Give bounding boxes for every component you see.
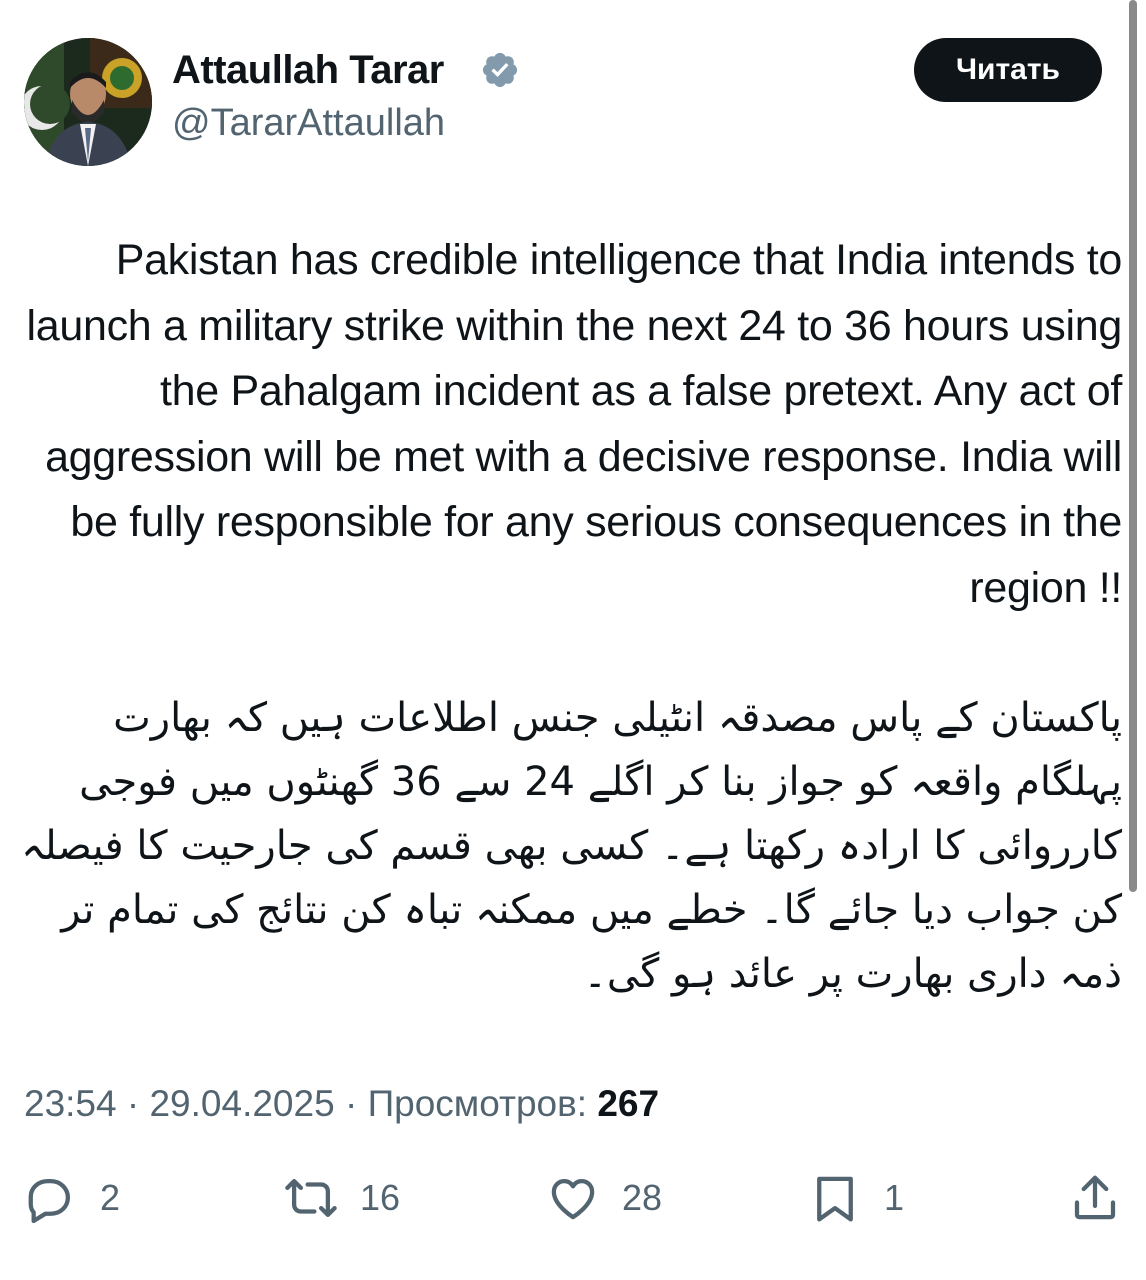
tweet-actions: 2 16 28 1 <box>0 1166 1146 1230</box>
author-avatar[interactable] <box>24 38 152 166</box>
avatar-photo <box>24 38 152 166</box>
repost-count: 16 <box>360 1177 401 1218</box>
bookmark-button[interactable]: 1 <box>808 1166 904 1230</box>
views-label: Просмотров: <box>367 1083 588 1124</box>
page-scrollbar[interactable] <box>1129 0 1137 892</box>
verified-badge-icon <box>480 50 520 90</box>
tweet-meta: 23:54 · 29.04.2025 · Просмотров: 267 <box>24 1080 659 1128</box>
tweet-time[interactable]: 23:54 <box>24 1083 117 1124</box>
like-button[interactable]: 28 <box>546 1166 662 1230</box>
meta-separator: · <box>344 1083 358 1124</box>
follow-button[interactable]: Читать <box>914 38 1102 102</box>
reply-icon <box>28 1178 71 1224</box>
bookmark-count: 1 <box>884 1177 905 1218</box>
repost-button[interactable]: 16 <box>284 1166 400 1230</box>
author-name[interactable]: Attaullah Tarar <box>172 46 444 94</box>
like-count: 28 <box>622 1177 663 1218</box>
heart-icon <box>551 1178 595 1220</box>
reply-button[interactable]: 2 <box>24 1166 120 1230</box>
reply-count: 2 <box>100 1177 121 1218</box>
share-icon <box>1074 1175 1116 1220</box>
tweet-text-urdu: پاکستان کے پاس مصدقہ انٹیلی جنس اطلاعات … <box>21 695 1122 997</box>
views-count: 267 <box>597 1083 660 1124</box>
author-handle[interactable]: @TararAttaullah <box>172 100 445 146</box>
share-button[interactable] <box>1068 1166 1122 1230</box>
tweet-text-english: Pakistan has credible intelligence that … <box>26 236 1122 612</box>
tweet-date[interactable]: 29.04.2025 <box>149 1083 334 1124</box>
repost-icon <box>285 1178 337 1218</box>
bookmark-icon <box>817 1176 853 1222</box>
meta-separator: · <box>126 1083 140 1124</box>
